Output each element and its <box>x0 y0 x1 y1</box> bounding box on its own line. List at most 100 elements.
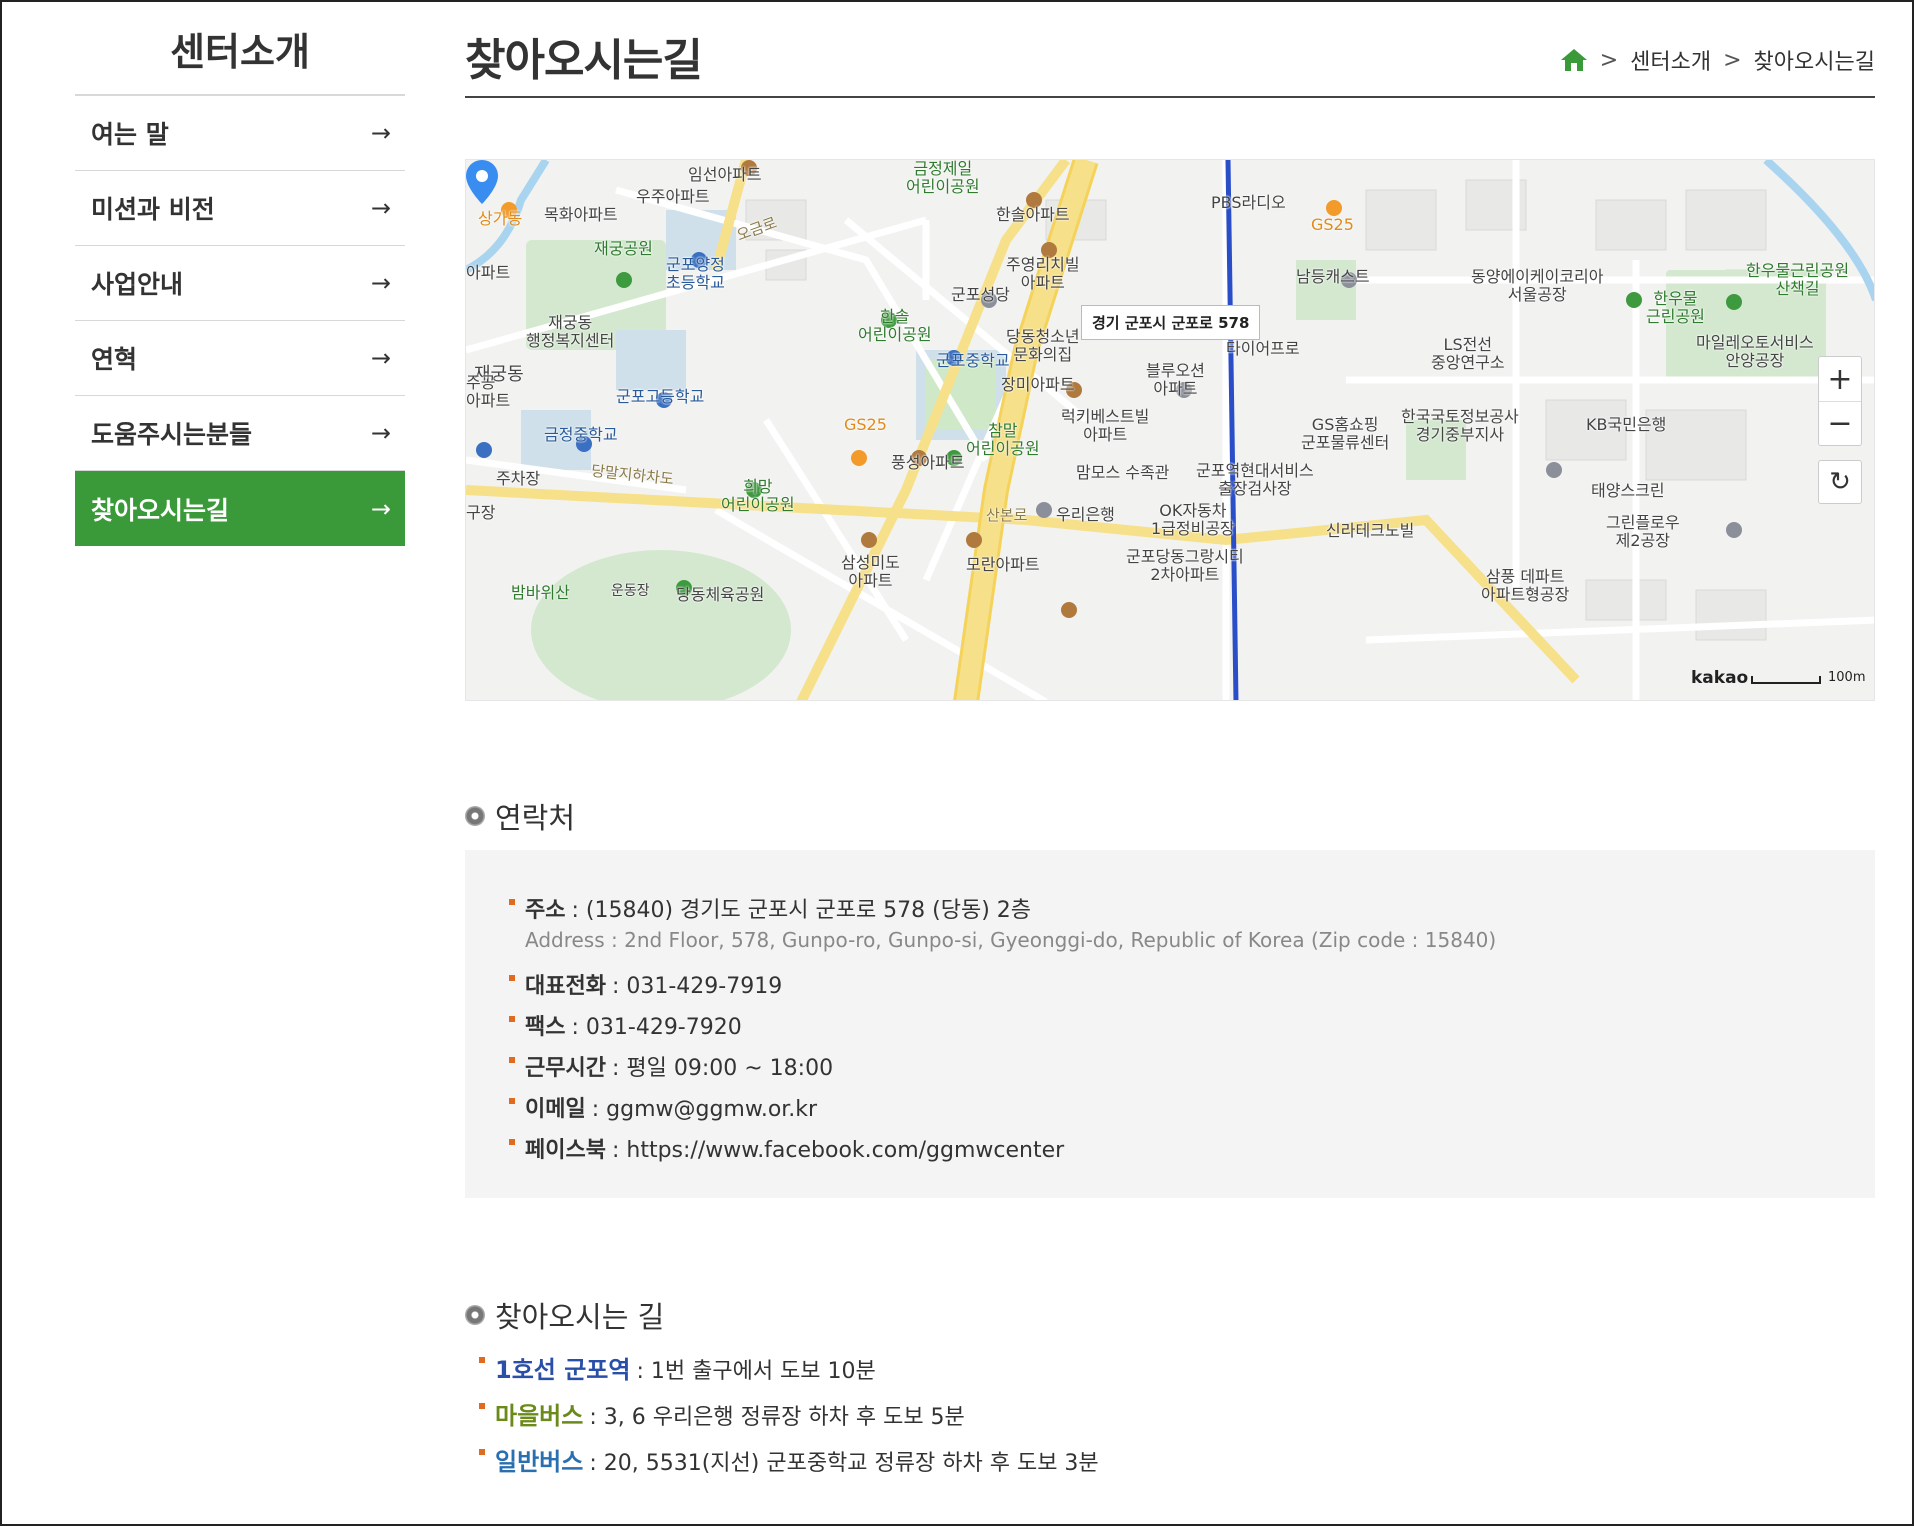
map-label: 재궁동 행정복지센터 <box>526 313 615 350</box>
contact-heading: 연락처 <box>465 795 575 837</box>
map-scale-label: 100m <box>1828 670 1866 685</box>
map-label: 한우물 근린공원 <box>1646 289 1705 326</box>
arrow-right-icon: → <box>370 194 391 222</box>
direction-value: : 20, 5531(지선) 군포중학교 정류장 하차 후 도보 3분 <box>589 1451 1099 1476</box>
sidebar-item-supporters[interactable]: 도움주시는분들 → <box>75 396 405 471</box>
direction-key: 1호선 군포역 <box>495 1356 631 1384</box>
contact-key: 팩스 <box>525 1015 566 1040</box>
refresh-icon[interactable]: ↻ <box>1818 460 1862 504</box>
contact-heading-text: 연락처 <box>495 801 576 835</box>
map-label: 타이어프로 <box>1226 339 1300 358</box>
kakao-logo[interactable]: kakao <box>1691 668 1748 688</box>
map-label: 임선아파트 <box>688 165 762 184</box>
location-map[interactable]: 임선아파트 금정제일 어린이공원 PBS라디오 GS25 상가동 목화아파트 우… <box>465 159 1875 701</box>
park-icon <box>616 272 632 288</box>
contact-tel-row: 대표전화 : 031-429-7919 <box>509 968 782 1000</box>
breadcrumb-item[interactable]: 센터소개 <box>1630 44 1711 76</box>
map-label: 주차장 <box>496 469 541 488</box>
map-label: 군포중학교 <box>936 351 1010 370</box>
map-label: GS25 <box>844 415 887 434</box>
bullet-icon <box>479 1402 485 1409</box>
map-label: 금정중학교 <box>544 425 618 444</box>
map-label: KB국민은행 <box>1586 415 1667 434</box>
sidebar-item-opening[interactable]: 여는 말 → <box>75 96 405 171</box>
sidebar-item-directions[interactable]: 찾아오시는길 → <box>75 471 405 546</box>
parking-icon <box>476 442 492 458</box>
contact-address-english: Address : 2nd Floor, 578, Gunpo-ro, Gunp… <box>525 928 1497 952</box>
map-label: 구장 <box>466 503 496 522</box>
apartment-icon <box>1061 602 1077 618</box>
direction-city-bus-row: 일반버스 : 20, 5531(지선) 군포중학교 정류장 하차 후 도보 3분 <box>479 1442 1099 1477</box>
apartment-icon <box>966 532 982 548</box>
map-label: 태양스크린 <box>1591 481 1665 500</box>
direction-value: : 1번 출구에서 도보 10분 <box>636 1359 876 1384</box>
sidebar-item-label: 여는 말 <box>91 120 169 149</box>
location-pin-icon[interactable] <box>466 160 498 204</box>
map-label: 한솔아파트 <box>996 205 1070 224</box>
sidebar-item-business[interactable]: 사업안내 → <box>75 246 405 321</box>
breadcrumb-separator: > <box>1723 47 1742 73</box>
map-label: 마일레오토서비스 안양공장 <box>1696 333 1814 370</box>
contact-value: : (15840) 경기도 군포시 군포로 578 (당동) 2층 <box>571 898 1032 923</box>
map-label: 남등캐스트 <box>1296 267 1370 286</box>
map-label: 목화아파트 <box>544 205 618 224</box>
zoom-out-button[interactable]: − <box>1819 401 1861 445</box>
map-label: 운동장 <box>611 583 650 599</box>
map-label: OK자동차 1급정비공장 <box>1151 501 1235 538</box>
page-title: 찾아오시는길 <box>465 35 703 86</box>
breadcrumb-item[interactable]: 찾아오시는길 <box>1754 44 1875 76</box>
sidebar-title: 센터소개 <box>75 0 405 96</box>
contact-value: : 평일 09:00 ~ 18:00 <box>611 1056 834 1081</box>
map-label: 군포역현대서비스 출장검사장 <box>1196 461 1314 498</box>
bullet-icon <box>465 1305 485 1325</box>
convenience-store-icon <box>1326 200 1342 216</box>
map-label: 밤바위산 <box>511 583 570 602</box>
map-label: 삼풍 데파트 아파트형공장 <box>1481 567 1570 604</box>
map-label: 재궁공원 <box>594 239 653 258</box>
map-label: LS전선 중앙연구소 <box>1431 335 1505 372</box>
map-label: 군포성당 <box>951 285 1010 304</box>
bullet-icon <box>479 1356 485 1363</box>
address-tooltip: 경기 군포시 군포로 578 <box>1081 305 1261 340</box>
sidebar-item-history[interactable]: 연혁 → <box>75 321 405 396</box>
contact-address-row: 주소 : (15840) 경기도 군포시 군포로 578 (당동) 2층 <box>509 892 1031 924</box>
map-label: 군포고등학교 <box>616 387 705 406</box>
map-label: 주영리치빌 아파트 <box>1006 255 1080 292</box>
sidebar-item-label: 사업안내 <box>91 270 184 299</box>
bullet-icon <box>509 1139 515 1145</box>
arrow-right-icon: → <box>370 494 391 523</box>
arrow-right-icon: → <box>370 119 391 147</box>
map-label: 주공 아파트 <box>466 373 511 410</box>
bullet-icon <box>509 1016 515 1022</box>
sidebar-item-label: 연혁 <box>91 345 138 374</box>
sidebar-item-label: 미션과 비전 <box>91 195 215 224</box>
contact-key: 주소 <box>525 898 566 923</box>
email-link[interactable]: : ggmw@ggmw.or.kr <box>592 1097 817 1122</box>
contact-key: 페이스북 <box>525 1138 606 1163</box>
sidebar-item-mission[interactable]: 미션과 비전 → <box>75 171 405 246</box>
map-label: 동양에이케이코리아 서울공장 <box>1471 267 1604 304</box>
home-icon[interactable] <box>1560 47 1588 73</box>
building-icon <box>1546 462 1562 478</box>
zoom-in-button[interactable]: + <box>1819 357 1861 401</box>
map-label: 우주아파트 <box>636 187 710 206</box>
contact-value: : 031-429-7920 <box>571 1015 742 1040</box>
bullet-icon <box>465 806 485 826</box>
map-label: 금정제일 어린이공원 <box>906 159 980 196</box>
page-header: 찾아오시는길 > 센터소개 > 찾아오시는길 <box>465 0 1875 98</box>
contact-fax-row: 팩스 : 031-429-7920 <box>509 1009 742 1041</box>
contact-key: 근무시간 <box>525 1056 606 1081</box>
directions-heading-text: 찾아오시는 길 <box>495 1300 665 1334</box>
bullet-icon <box>509 1098 515 1104</box>
contact-hours-row: 근무시간 : 평일 09:00 ~ 18:00 <box>509 1050 833 1082</box>
arrow-right-icon: → <box>370 344 391 372</box>
map-label: 맘모스 수족관 <box>1076 463 1170 482</box>
contact-key: 이메일 <box>525 1097 586 1122</box>
contact-facebook-row: 페이스북 : https://www.facebook.com/ggmwcent… <box>509 1132 1064 1164</box>
direction-subway-row: 1호선 군포역 : 1번 출구에서 도보 10분 <box>479 1350 876 1385</box>
map-label: 럭키베스트빌 아파트 <box>1061 407 1150 444</box>
park-icon <box>1726 294 1742 310</box>
zoom-control: + − <box>1818 356 1862 446</box>
facebook-link[interactable]: : https://www.facebook.com/ggmwcenter <box>612 1138 1064 1163</box>
main-content: 찾아오시는길 > 센터소개 > 찾아오시는길 임선아파트 금정제일 어린이공원 … <box>465 0 1875 1476</box>
